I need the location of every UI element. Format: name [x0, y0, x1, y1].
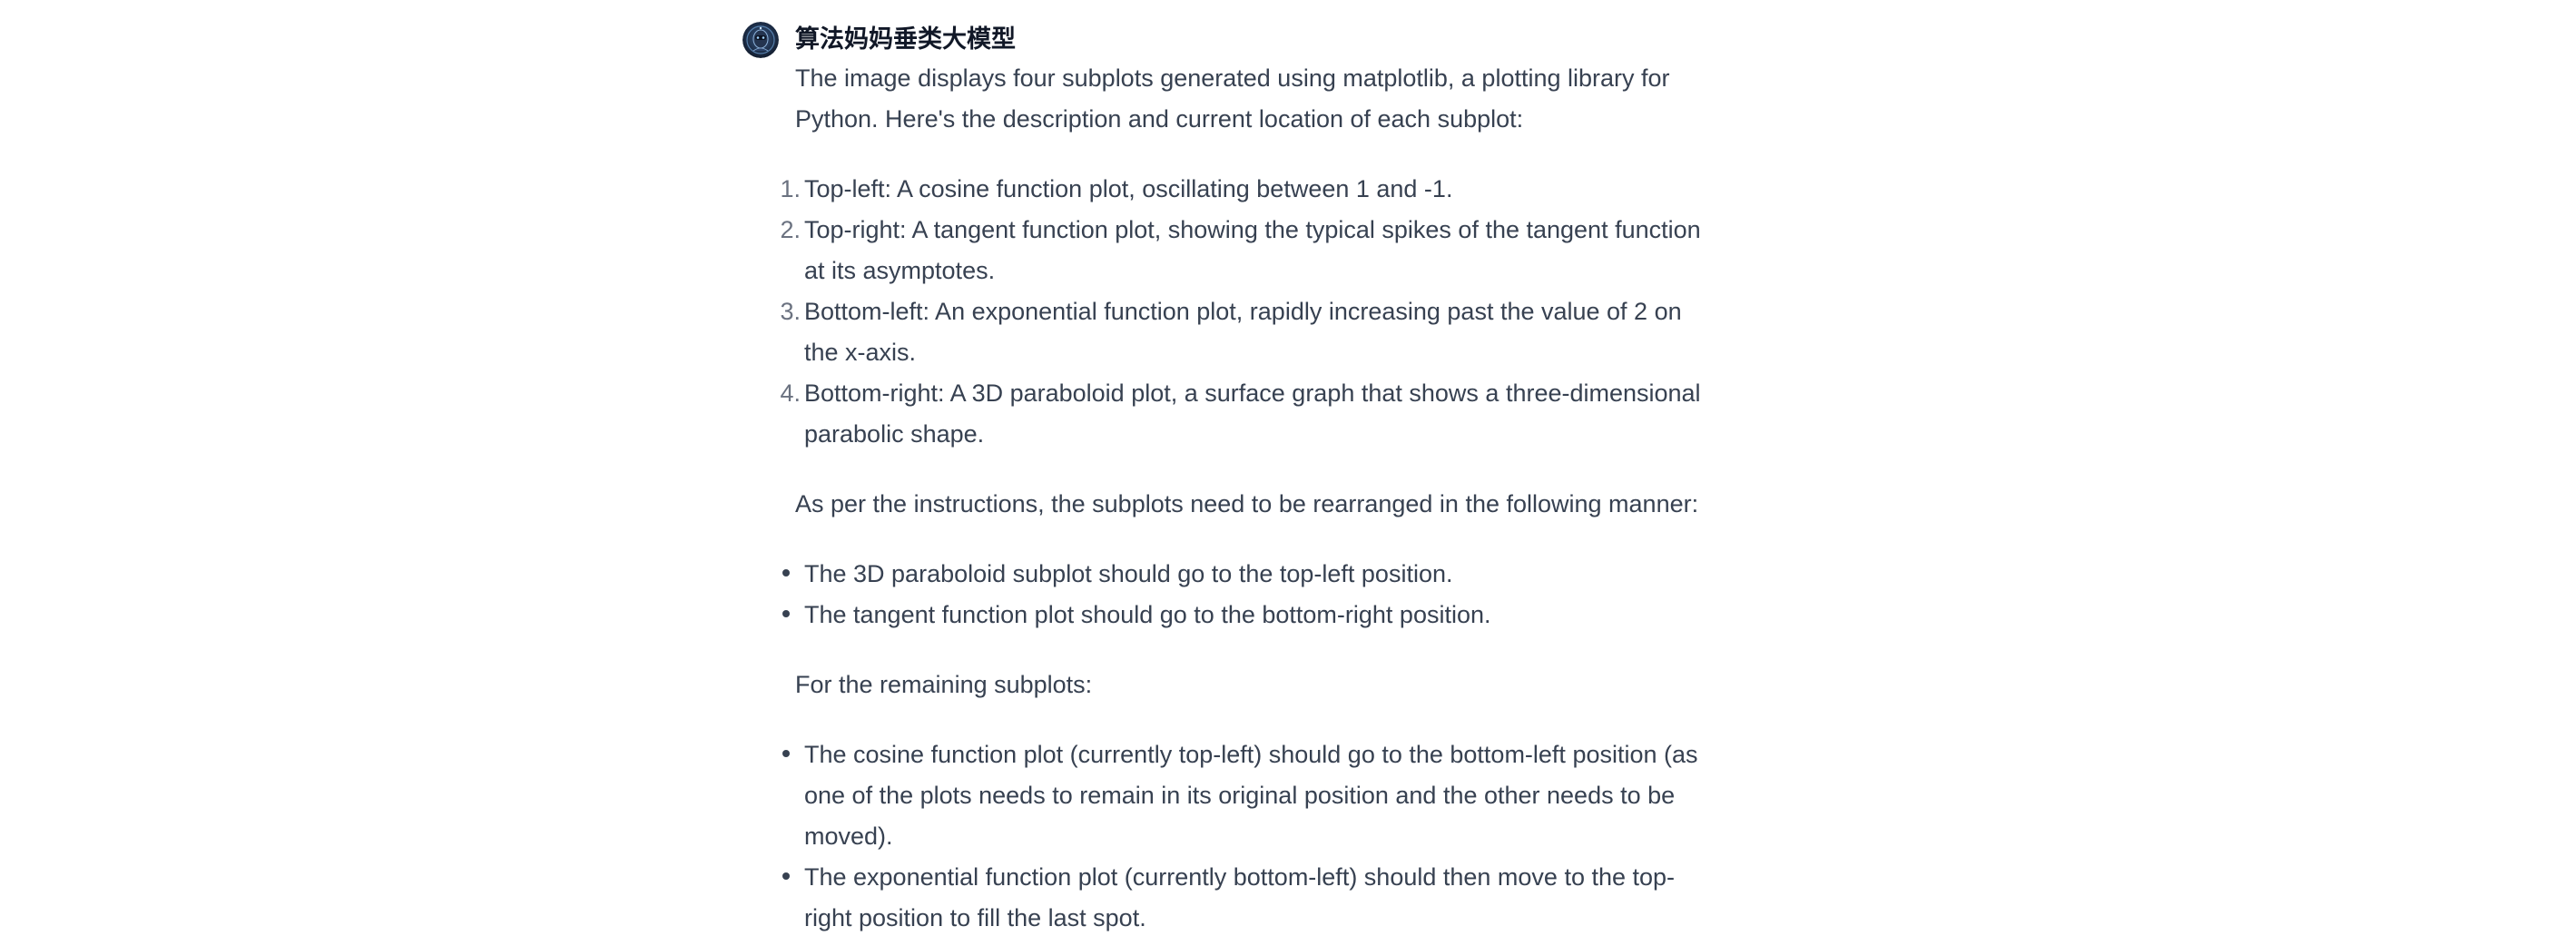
list-item: 2. Top-right: A tangent function plot, s… — [780, 210, 1703, 291]
intro-paragraph: The image displays four subplots generat… — [795, 64, 1670, 133]
remaining-paragraph: For the remaining subplots: — [795, 671, 1093, 698]
list-item-text: The exponential function plot (currently… — [804, 863, 1676, 931]
robot-avatar-icon — [742, 22, 779, 58]
bullet-icon — [782, 569, 790, 576]
bullet-icon — [782, 610, 790, 617]
avatar-graphic — [742, 22, 779, 58]
list-item-text: Bottom-right: A 3D paraboloid plot, a su… — [804, 379, 1701, 448]
list-item-text: The 3D paraboloid subplot should go to t… — [804, 560, 1453, 587]
list-item-text: Top-right: A tangent function plot, show… — [804, 216, 1701, 284]
list-item-text: The cosine function plot (currently top-… — [804, 741, 1698, 850]
list-number: 4. — [780, 379, 801, 407]
message-content: The image displays four subplots generat… — [780, 58, 1703, 939]
bullet-icon — [782, 872, 790, 880]
list-item: 3. Bottom-left: An exponential function … — [780, 291, 1703, 373]
list-item: The exponential function plot (currently… — [782, 857, 1703, 939]
instructions-paragraph: As per the instructions, the subplots ne… — [795, 490, 1699, 517]
instruction-bullet-list: The 3D paraboloid subplot should go to t… — [782, 554, 1703, 636]
list-item: The 3D paraboloid subplot should go to t… — [782, 554, 1703, 595]
list-item: The tangent function plot should go to t… — [782, 595, 1703, 636]
subplot-description-list: 1. Top-left: A cosine function plot, osc… — [780, 169, 1703, 455]
bullet-icon — [782, 750, 790, 757]
list-item-text: Bottom-left: An exponential function plo… — [804, 298, 1682, 366]
list-number: 1. — [780, 175, 801, 202]
list-number: 2. — [780, 216, 801, 243]
list-number: 3. — [780, 298, 801, 325]
list-item: The cosine function plot (currently top-… — [782, 734, 1703, 857]
list-item: 4. Bottom-right: A 3D paraboloid plot, a… — [780, 373, 1703, 455]
list-item-text: Top-left: A cosine function plot, oscill… — [804, 175, 1453, 202]
remaining-bullet-list: The cosine function plot (currently top-… — [782, 734, 1703, 939]
list-item: 1. Top-left: A cosine function plot, osc… — [780, 169, 1703, 210]
list-item-text: The tangent function plot should go to t… — [804, 601, 1491, 628]
message-author: 算法妈妈垂类大模型 — [795, 25, 1016, 54]
